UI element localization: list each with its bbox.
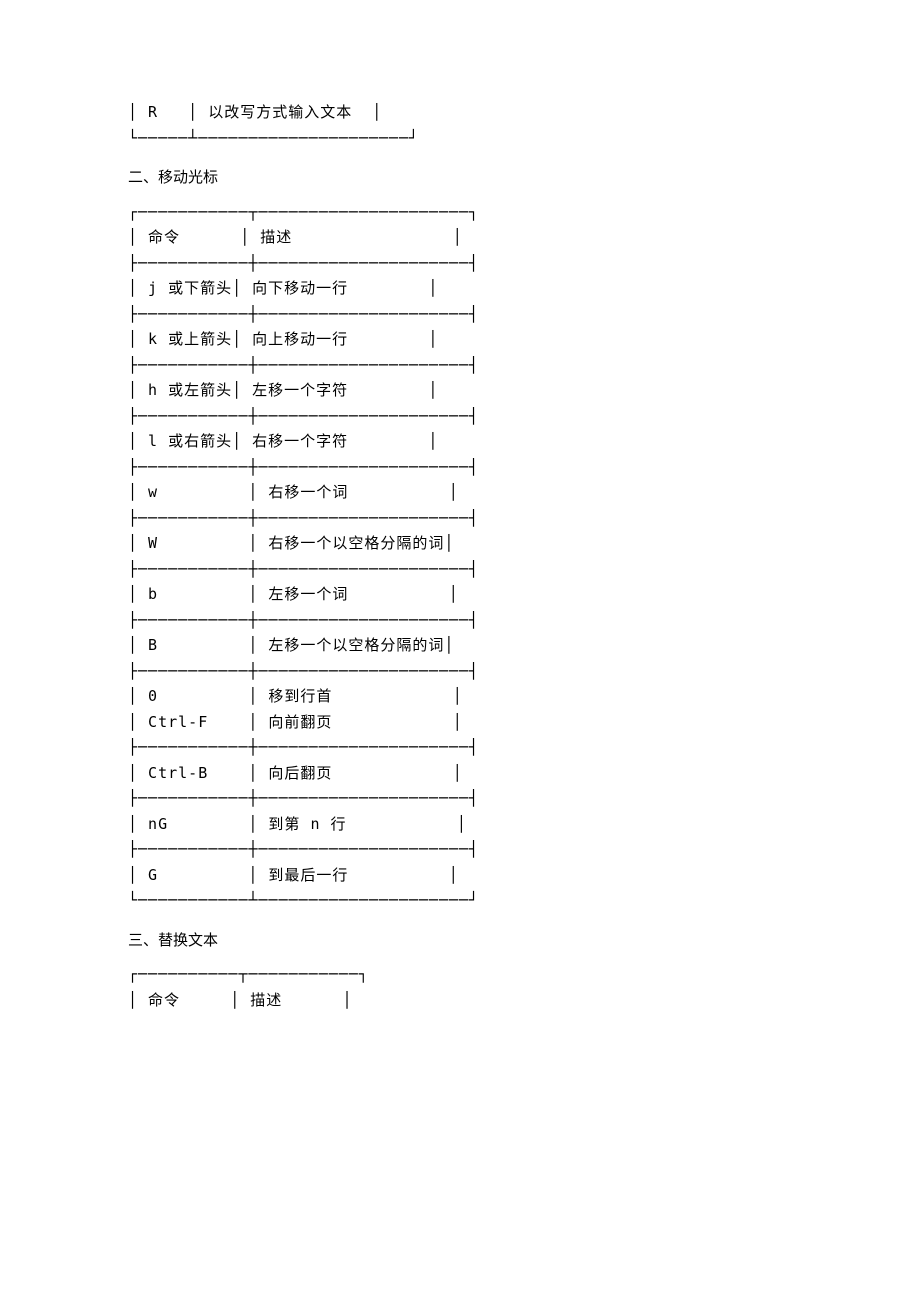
section-3-heading: 三、替换文本	[128, 930, 792, 953]
table-2: ┌───────────┬─────────────────────┐ │ 命令…	[128, 200, 792, 914]
table-1-fragment: │ R │ 以改写方式输入文本 │ └─────┴───────────────…	[128, 100, 792, 151]
page-content: │ R │ 以改写方式输入文本 │ └─────┴───────────────…	[0, 0, 920, 1013]
table-3-fragment: ┌──────────┬───────────┐ │ 命令 │ 描述 │	[128, 962, 792, 1013]
section-2-heading: 二、移动光标	[128, 167, 792, 190]
